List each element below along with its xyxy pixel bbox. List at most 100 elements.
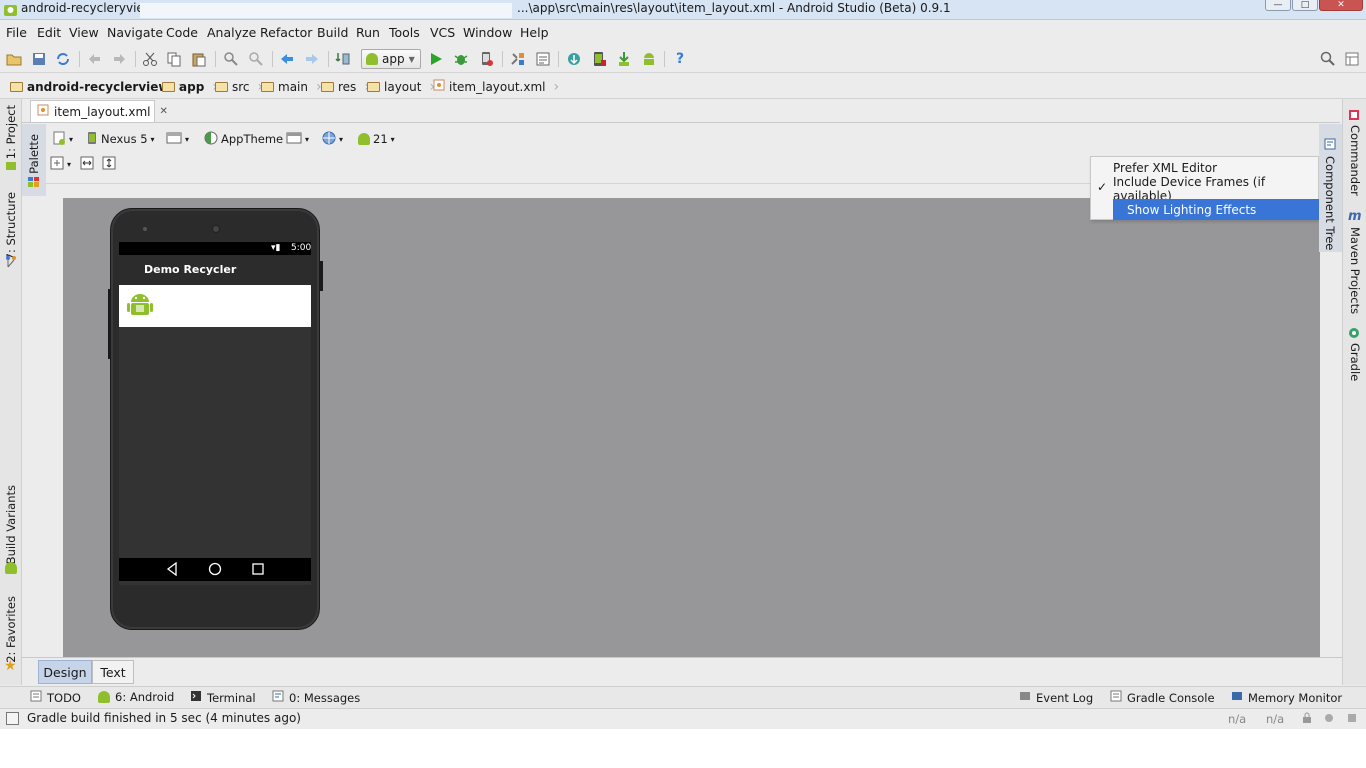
- recents-nav-icon: [251, 562, 265, 579]
- open-folder-icon[interactable]: [5, 50, 23, 68]
- paste-icon[interactable]: [190, 50, 208, 68]
- android-icon: [5, 562, 17, 577]
- avd-manager-icon[interactable]: [590, 50, 608, 68]
- tool-event-log[interactable]: Event Log: [1019, 690, 1093, 705]
- run-icon[interactable]: [427, 50, 445, 68]
- redo-icon[interactable]: [110, 50, 128, 68]
- menu-run[interactable]: Run: [356, 25, 380, 40]
- tab-item-layout-xml[interactable]: item_layout.xml ✕: [30, 100, 168, 122]
- orientation-dropdown[interactable]: ▾: [166, 129, 189, 149]
- help-icon[interactable]: ?: [671, 50, 689, 68]
- tab-design[interactable]: Design: [38, 660, 92, 684]
- sync-gradle-icon[interactable]: [565, 50, 583, 68]
- undo-icon[interactable]: [86, 50, 104, 68]
- tool-window-build-variants[interactable]: Build Variants: [4, 485, 18, 564]
- memory-monitor-label: Memory Monitor: [1248, 690, 1343, 705]
- menu-vcs[interactable]: VCS: [430, 25, 455, 40]
- menu-help[interactable]: Help: [520, 25, 549, 40]
- fit-width-button[interactable]: [80, 154, 94, 174]
- run-configuration-dropdown[interactable]: app ▼: [361, 49, 421, 69]
- crumb-src-label: src: [232, 79, 250, 94]
- tool-gradle-console[interactable]: Gradle Console: [1110, 690, 1215, 705]
- minimize-button[interactable]: —: [1265, 0, 1291, 11]
- zoom-to-fit-dropdown[interactable]: ▾: [50, 154, 71, 174]
- sdk-manager-icon[interactable]: [615, 50, 633, 68]
- crumb-app[interactable]: app›: [162, 78, 218, 95]
- attach-debugger-icon[interactable]: [477, 50, 495, 68]
- menu-analyze[interactable]: Analyze: [207, 25, 256, 40]
- tool-window-structure[interactable]: 7: Structure: [4, 192, 18, 260]
- save-icon[interactable]: [30, 50, 48, 68]
- event-log-label: Event Log: [1036, 690, 1094, 705]
- search-everywhere-icon[interactable]: [1319, 50, 1337, 68]
- folder-icon: [261, 81, 274, 92]
- chevron-down-icon: ▾: [150, 134, 155, 144]
- theme-selector[interactable]: AppTheme: [204, 129, 283, 149]
- debug-icon[interactable]: [452, 50, 470, 68]
- activity-icon: [286, 132, 302, 147]
- crumb-file[interactable]: item_layout.xml ›: [433, 78, 559, 95]
- layout-variants-dropdown[interactable]: ▾: [52, 129, 73, 149]
- locale-dropdown[interactable]: ▾: [322, 129, 343, 149]
- tool-window-gradle[interactable]: Gradle: [1348, 343, 1362, 381]
- project-structure-icon[interactable]: [509, 50, 527, 68]
- gradle-console-icon: [1110, 690, 1122, 705]
- split-view-icon[interactable]: [1343, 50, 1361, 68]
- component-tree-strip[interactable]: Component Tree: [1319, 124, 1342, 252]
- tool-terminal[interactable]: Terminal: [190, 690, 256, 705]
- close-tab-icon[interactable]: ✕: [160, 106, 168, 117]
- canvas-options-menu: Prefer XML Editor ✓ Include Device Frame…: [1090, 156, 1319, 220]
- lock-icon[interactable]: [1301, 712, 1313, 727]
- design-canvas[interactable]: ▾▮ 5:00 Demo Recycler: [63, 198, 1320, 657]
- menu-build[interactable]: Build: [317, 25, 348, 40]
- menu-window[interactable]: Window: [463, 25, 512, 40]
- find-icon[interactable]: [222, 50, 240, 68]
- menu-refactor[interactable]: Refactor: [260, 25, 312, 40]
- structure-icon: [5, 255, 17, 272]
- recycler-list-item[interactable]: [119, 285, 311, 327]
- tool-window-favorites[interactable]: 2: Favorites: [4, 596, 18, 663]
- tab-text[interactable]: Text: [92, 660, 134, 684]
- inspector-icon[interactable]: [1323, 712, 1335, 727]
- cut-icon[interactable]: [141, 50, 159, 68]
- menu-option-show-lighting-effects[interactable]: Show Lighting Effects: [1113, 199, 1319, 220]
- forward-arrow-icon[interactable]: [303, 50, 321, 68]
- crumb-src[interactable]: src›: [215, 78, 263, 95]
- android-device-monitor-icon[interactable]: [640, 50, 658, 68]
- crumb-main[interactable]: main ›: [261, 78, 322, 95]
- menu-file[interactable]: File: [6, 25, 27, 40]
- make-project-icon[interactable]: [334, 50, 352, 68]
- tool-window-project[interactable]: 1: Project: [4, 105, 18, 159]
- menu-option-include-device-frames[interactable]: Include Device Frames (if available): [1113, 175, 1318, 203]
- api-level-dropdown[interactable]: 21 ▾: [358, 129, 395, 149]
- toggle-tool-buttons-icon[interactable]: [6, 712, 19, 725]
- menu-tools[interactable]: Tools: [389, 25, 420, 40]
- menu-view[interactable]: View: [69, 25, 99, 40]
- menu-navigate[interactable]: Navigate: [107, 25, 163, 40]
- replace-icon[interactable]: [247, 50, 265, 68]
- tool-android[interactable]: 6: Android: [98, 690, 174, 704]
- settings-icon[interactable]: [534, 50, 552, 68]
- tool-window-commander[interactable]: Commander: [1348, 125, 1362, 196]
- tool-window-maven[interactable]: Maven Projects: [1348, 227, 1362, 314]
- tool-memory-monitor[interactable]: Memory Monitor: [1231, 690, 1342, 705]
- layout-file-icon: [52, 131, 66, 148]
- run-config-label: app: [382, 52, 405, 66]
- back-arrow-icon[interactable]: [278, 50, 296, 68]
- crumb-layout[interactable]: layout ›: [367, 78, 435, 95]
- menu-code[interactable]: Code: [166, 25, 198, 40]
- tool-messages[interactable]: 0: Messages: [272, 690, 360, 705]
- device-dropdown[interactable]: Nexus 5 ▾: [86, 129, 155, 149]
- copy-icon[interactable]: [165, 50, 183, 68]
- activity-dropdown[interactable]: ▾: [286, 129, 309, 149]
- crumb-project[interactable]: android-recyclerview ›: [10, 78, 183, 95]
- crumb-res[interactable]: res›: [321, 78, 370, 95]
- event-icon[interactable]: [1346, 712, 1358, 727]
- fit-height-button[interactable]: [102, 154, 116, 174]
- palette-strip[interactable]: Palette: [22, 124, 46, 196]
- maximize-button[interactable]: □: [1292, 0, 1318, 11]
- menu-edit[interactable]: Edit: [37, 25, 61, 40]
- close-window-button[interactable]: ✕: [1319, 0, 1363, 11]
- sync-icon[interactable]: [54, 50, 72, 68]
- tool-todo[interactable]: TODO: [30, 690, 81, 705]
